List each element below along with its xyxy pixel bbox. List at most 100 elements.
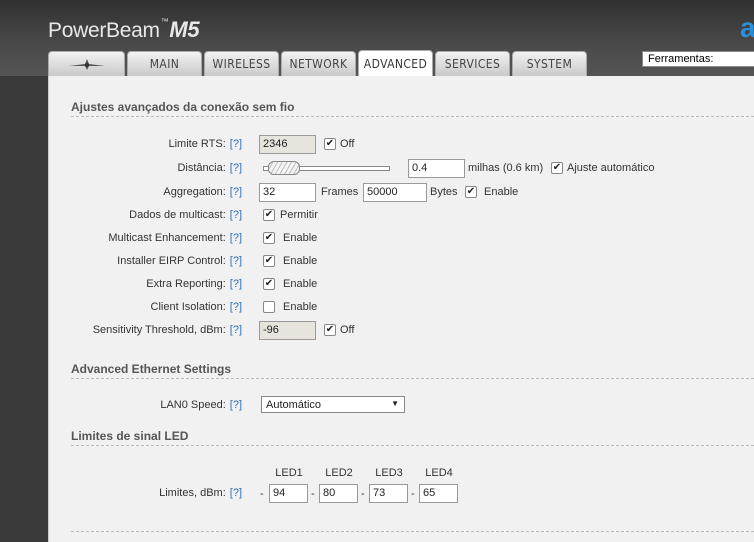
client-isolation-option-label: Enable (283, 301, 318, 313)
eirp-control-checkbox[interactable]: ✔ (263, 255, 275, 267)
client-isolation-row: Client Isolation: [?] Enable (49, 298, 754, 318)
multicast-enhancement-checkbox[interactable]: ✔ (263, 232, 275, 244)
aggregation-frames-input[interactable]: 32 (259, 183, 316, 202)
airos-logo: a (740, 12, 754, 43)
lan0-speed-label: LAN0 Speed: (160, 399, 226, 411)
aggregation-help-link[interactable]: [?] (230, 186, 242, 198)
led3-limit-input[interactable]: 73 (369, 484, 408, 503)
led2-header: LED2 (325, 467, 353, 479)
led4-header: LED4 (425, 467, 453, 479)
rts-help-link[interactable]: [?] (230, 138, 242, 150)
client-isolation-label: Client Isolation: (150, 301, 226, 313)
sensitivity-label: Sensitivity Threshold, dBm: (92, 324, 226, 336)
multicast-data-row: Dados de multicast: [?] ✔ Permitir (49, 206, 754, 226)
tab-wireless[interactable]: WIRELESS (204, 51, 279, 76)
distance-unit-text: milhas (0.6 km) (468, 162, 544, 174)
check-icon: ✔ (264, 278, 274, 289)
section-divider (71, 378, 754, 379)
section-divider (71, 445, 754, 446)
check-icon: ✔ (264, 209, 274, 220)
eirp-control-help-link[interactable]: [?] (230, 255, 242, 267)
check-icon: ✔ (552, 162, 562, 173)
multicast-data-option-label: Permitir (280, 209, 318, 221)
aggregation-bytes-label: Bytes (430, 186, 458, 198)
check-icon: ✔ (325, 138, 335, 149)
multicast-enhancement-row: Multicast Enhancement: [?] ✔ Enable (49, 229, 754, 249)
extra-reporting-row: Extra Reporting: [?] ✔ Enable (49, 275, 754, 295)
tab-services[interactable]: SERVICES (435, 51, 510, 76)
eirp-control-option-label: Enable (283, 255, 318, 267)
header-bar: PowerBeam™M5 a MAIN WIRELESS NETWORK ADV… (0, 0, 754, 76)
multicast-enhancement-option-label: Enable (283, 232, 318, 244)
eirp-control-label: Installer EIRP Control: (117, 255, 226, 267)
dropdown-arrow-icon: ▼ (391, 399, 399, 408)
aggregation-row: Aggregation: [?] 32 Frames 50000 Bytes ✔ … (49, 183, 754, 203)
rts-threshold-input[interactable]: 2346 (259, 135, 316, 154)
aggregation-enable-label: Enable (484, 186, 519, 198)
extra-reporting-checkbox[interactable]: ✔ (263, 278, 275, 290)
led-section-title: Limites de sinal LED (71, 429, 189, 443)
led2-minus-sign: - (311, 488, 315, 500)
advanced-settings-panel: Ajustes avançados da conexão sem fio Lim… (48, 76, 754, 542)
distance-auto-label: Ajuste automático (567, 162, 655, 174)
led1-minus-sign: - (260, 488, 264, 500)
check-icon: ✔ (325, 324, 335, 335)
multicast-data-help-link[interactable]: [?] (230, 209, 242, 221)
ubiquiti-logo-icon (67, 57, 107, 71)
check-icon: ✔ (264, 232, 274, 243)
distance-input[interactable]: 0.4 (408, 159, 465, 178)
rts-off-label: Off (340, 138, 355, 150)
multicast-data-checkbox[interactable]: ✔ (263, 209, 275, 221)
led3-header: LED3 (375, 467, 403, 479)
tab-system[interactable]: SYSTEM (512, 51, 587, 76)
led3-minus-sign: - (361, 488, 365, 500)
sensitivity-help-link[interactable]: [?] (230, 324, 242, 336)
rts-label: Limite RTS: (168, 138, 226, 150)
check-icon: ✔ (466, 186, 476, 197)
distance-help-link[interactable]: [?] (230, 162, 242, 174)
tools-dropdown[interactable]: Ferramentas: (642, 51, 754, 67)
led-limits-help-link[interactable]: [?] (230, 487, 242, 499)
sensitivity-row: Sensitivity Threshold, dBm: [?] -96 ✔ Off (49, 321, 754, 341)
aggregation-frames-label: Frames (321, 186, 359, 198)
tab-advanced[interactable]: ADVANCED (358, 50, 433, 76)
tab-network[interactable]: NETWORK (281, 51, 356, 76)
eirp-control-row: Installer EIRP Control: [?] ✔ Enable (49, 252, 754, 272)
aggregation-bytes-input[interactable]: 50000 (363, 183, 427, 202)
brand-trademark: ™ (160, 17, 169, 26)
ethernet-section-title: Advanced Ethernet Settings (71, 362, 232, 376)
client-isolation-checkbox[interactable] (263, 301, 275, 313)
led-limits-label: Limites, dBm: (159, 487, 226, 499)
led2-limit-input[interactable]: 80 (319, 484, 358, 503)
section-divider (71, 116, 754, 117)
brand-model: M5 (169, 17, 200, 42)
brand-name: PowerBeam (48, 19, 160, 42)
client-isolation-help-link[interactable]: [?] (230, 301, 242, 313)
extra-reporting-label: Extra Reporting: (146, 278, 226, 290)
rts-off-checkbox[interactable]: ✔ (324, 138, 336, 150)
led1-header: LED1 (275, 467, 303, 479)
brand-logo: PowerBeam™M5 (48, 17, 200, 43)
distance-row: Distância: [?] 0.4 milhas (0.6 km) ✔ Ajus… (49, 159, 754, 179)
multicast-data-label: Dados de multicast: (129, 209, 226, 221)
distance-slider-handle[interactable] (267, 161, 300, 175)
section-divider (71, 531, 754, 532)
distance-auto-checkbox[interactable]: ✔ (551, 162, 563, 174)
lan0-speed-select[interactable]: Automático ▼ (261, 396, 405, 413)
distance-label: Distância: (177, 162, 226, 174)
wireless-section-title: Ajustes avançados da conexão sem fio (71, 100, 295, 114)
sensitivity-off-checkbox[interactable]: ✔ (324, 324, 336, 336)
led4-limit-input[interactable]: 65 (419, 484, 458, 503)
aggregation-label: Aggregation: (163, 186, 226, 198)
tab-main[interactable]: MAIN (127, 51, 202, 76)
lan0-speed-value: Automático (266, 399, 322, 411)
multicast-enhancement-help-link[interactable]: [?] (230, 232, 242, 244)
extra-reporting-help-link[interactable]: [?] (230, 278, 242, 290)
main-tabs: MAIN WIRELESS NETWORK ADVANCED SERVICES … (48, 50, 589, 76)
aggregation-enable-checkbox[interactable]: ✔ (465, 186, 477, 198)
led-limits-row: Limites, dBm: [?] - 94 - 80 - 73 - 65 (49, 484, 754, 504)
tab-ubiquiti-logo[interactable] (48, 51, 125, 76)
sensitivity-threshold-input[interactable]: -96 (259, 321, 316, 340)
lan0-speed-help-link[interactable]: [?] (230, 399, 242, 411)
led1-limit-input[interactable]: 94 (269, 484, 308, 503)
